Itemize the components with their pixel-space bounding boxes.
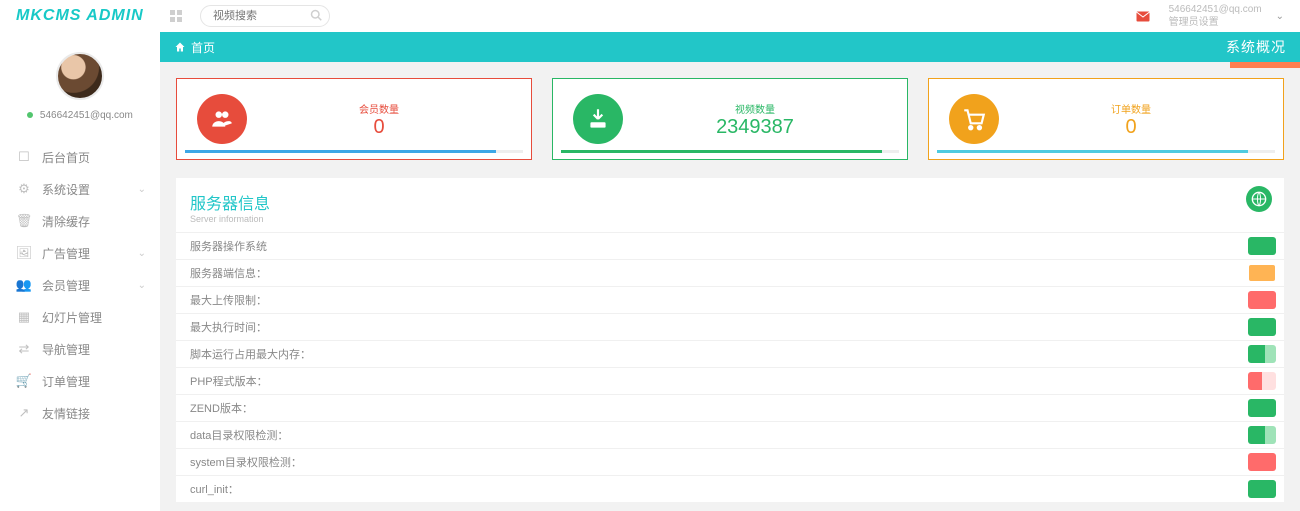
status-dot-icon <box>27 112 33 118</box>
sidebar-item-ads[interactable]: 🖼 广告管理 ⌄ <box>0 237 160 269</box>
sidebar-item-label: 友情链接 <box>42 405 90 422</box>
card-progress <box>561 150 899 153</box>
server-row: PHP程式版本： <box>176 367 1284 394</box>
panel-subtitle: Server information <box>190 214 1270 224</box>
sidebar-item-nav[interactable]: ⇄ 导航管理 <box>0 333 160 365</box>
sidebar-item-label: 导航管理 <box>42 341 90 358</box>
chevron-down-icon: ⌄ <box>138 248 146 259</box>
search-icon[interactable] <box>310 9 322 21</box>
stat-cards: 会员数量 0 视频数量 2349387 订单数量 0 <box>176 78 1284 160</box>
server-row: curl_init： <box>176 475 1284 502</box>
panel-title: 服务器信息 <box>190 196 270 213</box>
sidebar-item-label: 清除缓存 <box>42 213 90 230</box>
topbar-icons <box>160 10 182 22</box>
sidebar-item-label: 系统设置 <box>42 181 90 198</box>
breadcrumb: 首页 系统概况 <box>160 32 1300 62</box>
sidebar-item-label: 订单管理 <box>42 373 90 390</box>
status-badge <box>1248 372 1276 390</box>
status-badge <box>1248 291 1276 309</box>
image-icon: 🖼 <box>16 245 32 261</box>
topbar-user-email: 546642451@qq.com <box>1169 3 1262 16</box>
brand-logo: MKCMS ADMIN <box>0 7 160 25</box>
sidebar-item-label: 后台首页 <box>42 149 90 166</box>
panel-header: 服务器信息 Server information <box>176 178 1284 232</box>
sidebar-item-orders[interactable]: 🛒 订单管理 <box>0 365 160 397</box>
sidebar-nav: ☐后台首页 ⚙系统设置⌄ 🗑清除缓存 🖼广告管理⌄ 👥会员管理⌄ ▦幻灯片管理 … <box>0 135 160 429</box>
sidebar-item-label: 幻灯片管理 <box>42 309 102 326</box>
card-progress <box>185 150 523 153</box>
card-videos[interactable]: 视频数量 2349387 <box>552 78 908 160</box>
status-badge <box>1248 453 1276 471</box>
status-badge <box>1248 399 1276 417</box>
gear-icon: ⚙ <box>16 181 32 197</box>
sidebar-item-links[interactable]: ↗ 友情链接 <box>0 397 160 429</box>
mail-icon[interactable] <box>1131 4 1155 28</box>
chevron-down-icon: ⌄ <box>138 280 146 291</box>
server-row: 服务器端信息： <box>176 259 1284 286</box>
card-members[interactable]: 会员数量 0 <box>176 78 532 160</box>
sidebar-item-cache[interactable]: 🗑 清除缓存 <box>0 205 160 237</box>
users-icon <box>197 94 247 144</box>
trash-icon: 🗑 <box>16 213 32 229</box>
cart-icon <box>949 94 999 144</box>
users-icon: 👥 <box>16 277 32 293</box>
sidebar-item-slides[interactable]: ▦ 幻灯片管理 <box>0 301 160 333</box>
card-value: 0 <box>247 116 511 138</box>
sidebar-profile: 546642451@qq.com <box>0 32 160 135</box>
grid-icon[interactable] <box>170 10 182 22</box>
avatar[interactable] <box>56 52 104 100</box>
sidebar-item-home[interactable]: ☐ 后台首页 <box>0 141 160 173</box>
status-badge <box>1248 318 1276 336</box>
card-label: 会员数量 <box>247 101 511 116</box>
external-link-icon: ↗ <box>16 405 32 421</box>
topbar-user-settings: 管理员设置 <box>1169 16 1262 29</box>
sidebar-item-system[interactable]: ⚙ 系统设置 ⌄ <box>0 173 160 205</box>
server-panel: 服务器信息 Server information 服务器操作系统 服务器端信息：… <box>176 178 1284 502</box>
search-input-wrap <box>200 5 330 27</box>
breadcrumb-home[interactable]: 首页 <box>174 39 215 56</box>
chevron-down-icon[interactable]: ⌄ <box>1276 11 1284 22</box>
server-row: ZEND版本： <box>176 394 1284 421</box>
server-row: 最大执行时间： <box>176 313 1284 340</box>
main: 会员数量 0 视频数量 2349387 订单数量 0 <box>160 62 1300 511</box>
status-badge <box>1248 345 1276 363</box>
sidebar-item-label: 会员管理 <box>42 277 90 294</box>
server-row: 脚本运行占用最大内存： <box>176 340 1284 367</box>
server-rows: 服务器操作系统 服务器端信息： 最大上传限制： 最大执行时间： 脚本运行占用最大… <box>176 232 1284 502</box>
card-label: 订单数量 <box>999 101 1263 116</box>
profile-email: 546642451@qq.com <box>0 110 160 121</box>
topbar-user[interactable]: 546642451@qq.com 管理员设置 <box>1169 3 1262 29</box>
card-label: 视频数量 <box>623 101 887 116</box>
page-title: 系统概况 <box>1226 37 1286 57</box>
server-row: 最大上传限制： <box>176 286 1284 313</box>
status-badge <box>1248 264 1276 282</box>
sidebar-item-members[interactable]: 👥 会员管理 ⌄ <box>0 269 160 301</box>
card-orders[interactable]: 订单数量 0 <box>928 78 1284 160</box>
card-value: 0 <box>999 116 1263 138</box>
topbar: MKCMS ADMIN 546642451@qq.com 管理员设置 ⌄ <box>0 0 1300 32</box>
status-badge <box>1248 426 1276 444</box>
status-badge <box>1248 480 1276 498</box>
server-row: 服务器操作系统 <box>176 232 1284 259</box>
card-progress <box>937 150 1275 153</box>
globe-icon <box>1246 186 1272 212</box>
download-icon <box>573 94 623 144</box>
cart-icon: 🛒 <box>16 373 32 389</box>
server-row: system目录权限检测： <box>176 448 1284 475</box>
sidebar-item-label: 广告管理 <box>42 245 90 262</box>
server-row: data目录权限检测： <box>176 421 1284 448</box>
shuffle-icon: ⇄ <box>16 341 32 357</box>
grid-icon: ▦ <box>16 309 32 325</box>
card-value: 2349387 <box>623 116 887 138</box>
chevron-down-icon: ⌄ <box>138 184 146 195</box>
laptop-icon: ☐ <box>16 149 32 165</box>
status-badge <box>1248 237 1276 255</box>
sidebar: 546642451@qq.com ☐ 后台首页 ⚙ 系统设置 ⌄ 🗑 清除缓存 🖼 广告管… <box>0 32 160 511</box>
